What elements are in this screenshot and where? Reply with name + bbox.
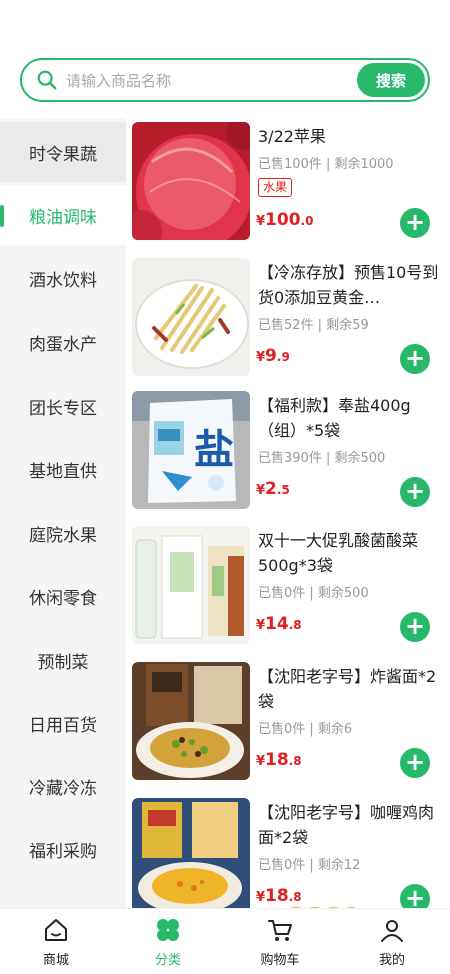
category-sidebar: 时令果蔬 粮油调味 酒水饮料 肉蛋水产 团长专区 基地直供 庭院水果 休闲零食 … bbox=[0, 118, 126, 908]
product-stats: 已售0件 | 剩余12 bbox=[258, 858, 361, 873]
product-card[interactable]: 3/22苹果 已售100件 | 剩余1000 水果 ¥100.0 + bbox=[126, 120, 450, 252]
nav-tab-cart[interactable]: 购物车 bbox=[224, 909, 336, 974]
product-image[interactable]: 盐 bbox=[132, 391, 250, 509]
product-price: ¥100.0 bbox=[256, 210, 314, 230]
sidebar-item-label: 团长专区 bbox=[29, 398, 97, 419]
product-image[interactable] bbox=[132, 662, 250, 780]
product-name: 【沈阳老字号】咖喱鸡肉面*2袋 bbox=[258, 803, 435, 847]
sidebar-item-label: 福利采购 bbox=[29, 841, 97, 862]
product-card[interactable]: 双十一大促乳酸菌酸菜500g*3袋 已售0件 | 剩余500 ¥14.8 + bbox=[126, 524, 450, 656]
sidebar-item-leader-zone[interactable]: 团长专区 bbox=[0, 376, 126, 436]
sidebar-item-label: 肉蛋水产 bbox=[29, 334, 97, 355]
zhajiang-noodles-photo bbox=[132, 662, 250, 780]
product-price: ¥18.8 bbox=[256, 750, 302, 770]
search-icon bbox=[37, 70, 57, 90]
sidebar-item-label: 冷藏冷冻 bbox=[29, 778, 97, 799]
nav-label: 分类 bbox=[154, 953, 181, 968]
product-stats: 已售0件 | 剩余6 bbox=[258, 722, 353, 737]
sidebar-item-label: 基地直供 bbox=[29, 461, 97, 482]
add-to-cart-button[interactable]: + bbox=[400, 612, 430, 642]
salt-glyph: 盐 bbox=[194, 427, 234, 473]
product-name: 3/22苹果 bbox=[258, 127, 326, 146]
sidebar-item-seasonal-produce[interactable]: 时令果蔬 bbox=[0, 122, 126, 182]
sidebar-item-meat-eggs[interactable]: 肉蛋水产 bbox=[0, 312, 126, 372]
product-list: 3/22苹果 已售100件 | 剩余1000 水果 ¥100.0 + 【冷冻存放… bbox=[126, 118, 450, 908]
apple-photo bbox=[132, 122, 250, 240]
search-input[interactable] bbox=[66, 68, 366, 94]
product-card[interactable]: 【沈阳老字号】炸酱面*2袋 已售0件 | 剩余6 ¥18.8 + bbox=[126, 660, 450, 792]
sidebar-item-label: 庭院水果 bbox=[29, 525, 97, 546]
pickled-cabbage-photo bbox=[132, 526, 250, 644]
sidebar-item-base-direct[interactable]: 基地直供 bbox=[0, 439, 126, 499]
add-to-cart-button[interactable]: + bbox=[400, 344, 430, 374]
sidebar-item-label: 预制菜 bbox=[37, 652, 89, 673]
product-name: 【沈阳老字号】炸酱面*2袋 bbox=[258, 667, 437, 711]
search-button[interactable]: 搜索 bbox=[357, 63, 425, 97]
curry-noodles-photo bbox=[132, 798, 250, 908]
nav-label: 我的 bbox=[378, 953, 405, 968]
product-image[interactable] bbox=[132, 798, 250, 908]
product-stats: 已售100件 | 剩余1000 bbox=[258, 157, 394, 172]
product-tag: 水果 bbox=[258, 178, 293, 197]
clover-icon bbox=[157, 919, 179, 941]
product-stats: 已售0件 | 剩余500 bbox=[258, 586, 369, 601]
product-image[interactable] bbox=[132, 258, 250, 376]
product-name: 【福利款】奉盐400g（组）*5袋 bbox=[258, 396, 411, 440]
product-stats: 已售52件 | 剩余59 bbox=[258, 318, 369, 333]
nav-label: 购物车 bbox=[260, 953, 300, 968]
bottom-nav: 商城 分类 购物车 我的 bbox=[0, 908, 450, 974]
product-name: 双十一大促乳酸菌酸菜500g*3袋 bbox=[258, 531, 419, 575]
add-to-cart-button[interactable]: + bbox=[400, 477, 430, 507]
nav-label: 商城 bbox=[42, 953, 69, 968]
product-name: 【冷冻存放】预售10号到货0添加豆黄金… bbox=[258, 263, 439, 307]
sidebar-item-drinks[interactable]: 酒水饮料 bbox=[0, 248, 126, 308]
nav-tab-mall[interactable]: 商城 bbox=[0, 909, 112, 974]
tofu-skin-photo bbox=[132, 258, 250, 376]
product-image[interactable] bbox=[132, 526, 250, 644]
sidebar-item-welfare[interactable]: 福利采购 bbox=[0, 819, 126, 879]
product-card[interactable]: 盐 【福利款】奉盐400g（组）*5袋 已售390件 | 剩余500 ¥2.5 … bbox=[126, 389, 450, 521]
sidebar-item-prepared-meals[interactable]: 预制菜 bbox=[0, 630, 126, 690]
nav-tab-category[interactable]: 分类 bbox=[112, 909, 224, 974]
sidebar-item-label: 粮油调味 bbox=[29, 207, 97, 228]
sidebar-item-courtyard-fruit[interactable]: 庭院水果 bbox=[0, 503, 126, 563]
cart-icon bbox=[268, 920, 292, 941]
nav-tab-me[interactable]: 我的 bbox=[336, 909, 448, 974]
product-stats: 已售390件 | 剩余500 bbox=[258, 451, 386, 466]
product-card[interactable]: 【沈阳老字号】咖喱鸡肉面*2袋 已售0件 | 剩余12 ¥18.8 + bbox=[126, 796, 450, 908]
sidebar-item-daily-goods[interactable]: 日用百货 bbox=[0, 693, 126, 753]
sidebar-item-label: 日用百货 bbox=[29, 715, 97, 736]
product-price: ¥2.5 bbox=[256, 479, 290, 499]
search-bar: 搜索 bbox=[20, 58, 430, 102]
add-to-cart-button[interactable]: + bbox=[400, 748, 430, 778]
sidebar-item-label: 时令果蔬 bbox=[29, 144, 97, 165]
sidebar-item-snacks[interactable]: 休闲零食 bbox=[0, 566, 126, 626]
product-image[interactable] bbox=[132, 122, 250, 240]
product-card[interactable]: 【冷冻存放】预售10号到货0添加豆黄金… 已售52件 | 剩余59 ¥9.9 + bbox=[126, 256, 450, 388]
sidebar-item-grain-oil[interactable]: 粮油调味 bbox=[0, 185, 126, 245]
product-price: ¥14.8 bbox=[256, 614, 302, 634]
user-icon bbox=[381, 920, 403, 942]
home-icon bbox=[45, 919, 67, 941]
product-price: ¥9.9 bbox=[256, 346, 290, 366]
add-to-cart-button[interactable]: + bbox=[400, 208, 430, 238]
sidebar-item-frozen[interactable]: 冷藏冷冻 bbox=[0, 756, 126, 816]
sidebar-item-label: 休闲零食 bbox=[29, 588, 97, 609]
salt-bag-photo: 盐 bbox=[132, 391, 250, 509]
sidebar-item-label: 酒水饮料 bbox=[29, 270, 97, 291]
